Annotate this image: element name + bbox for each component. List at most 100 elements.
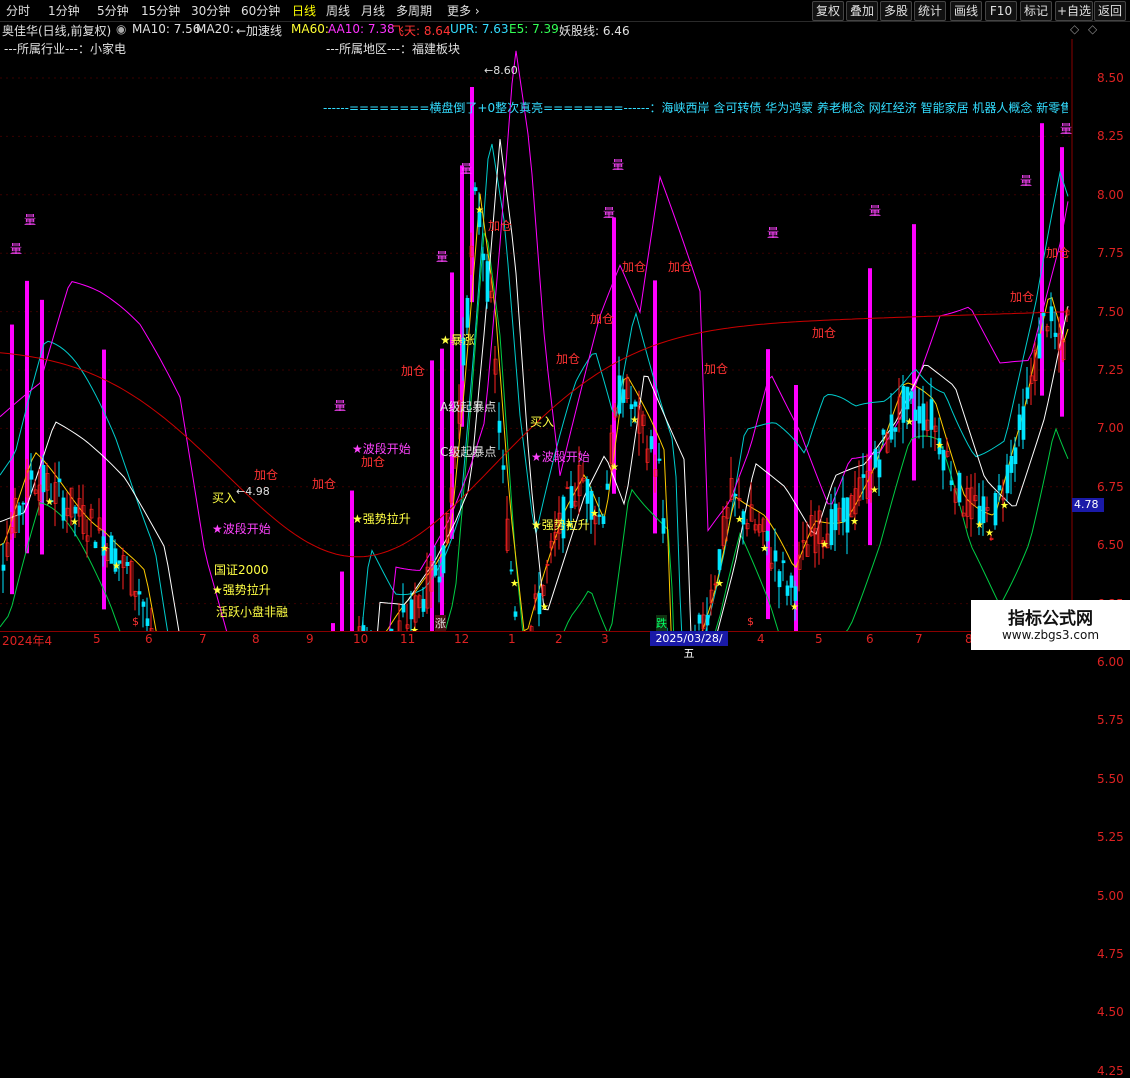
fly-value: 飞天: 8.64	[392, 24, 451, 38]
candle-body	[21, 502, 26, 505]
volume-mark-label: 量	[612, 158, 625, 172]
x-label: 6	[145, 632, 153, 646]
multi-stock-button[interactable]: 多股	[880, 1, 912, 21]
watermark-url: www.zbgs3.com	[1001, 628, 1100, 642]
tab-fenshi[interactable]: 分时	[6, 2, 30, 19]
signal-bar	[868, 268, 872, 546]
y-tick-label: 4.50	[1097, 1005, 1124, 1020]
candle-body	[29, 470, 34, 480]
candle-body	[773, 550, 778, 562]
signal-star: ★	[610, 462, 619, 473]
candle-body	[1041, 312, 1046, 317]
surge-label: ★暴涨	[440, 333, 475, 347]
tab-15min[interactable]: 15分钟	[141, 2, 180, 19]
indicator-info-bar: 奥佳华(日线,前复权) ◉ MA10: 7.56 MA20: ←加速线 MA60…	[0, 21, 1130, 39]
candle-body	[697, 614, 702, 624]
candle-body	[421, 598, 426, 612]
candle-body	[997, 485, 1002, 491]
candle-body	[981, 496, 986, 524]
candle-body	[465, 297, 470, 328]
tab-more[interactable]: 更多 ›	[447, 2, 480, 19]
y-tick-label: 8.25	[1097, 129, 1124, 144]
price-chart[interactable]: ★★★★★★★★★★★★★★★★★★★★★★★★★★★★★★★★★★★★	[0, 39, 1130, 631]
tab-30min[interactable]: 30分钟	[191, 2, 230, 19]
tab-daily[interactable]: 日线	[292, 2, 316, 19]
candle-body	[877, 459, 882, 478]
candle-body	[409, 599, 414, 620]
top-toolbar: 分时 1分钟 5分钟 15分钟 30分钟 60分钟 日线 周线 月线 多周期 更…	[0, 0, 1130, 22]
candle-body	[661, 518, 666, 534]
candle-body	[513, 611, 518, 617]
x-label: 11	[400, 632, 416, 646]
candle-body	[1021, 406, 1026, 440]
a-level-label: A级起暴点	[440, 400, 497, 414]
restore-rights-button[interactable]: 复权	[812, 1, 844, 21]
y-tick-label: 4.75	[1097, 947, 1124, 961]
signal-star: ★	[475, 205, 484, 216]
candle-body	[481, 253, 486, 261]
candle-body	[941, 449, 946, 471]
expand-icon[interactable]: ◇	[1088, 22, 1097, 36]
signal-bar	[25, 280, 29, 554]
statistics-button[interactable]: 统计	[914, 1, 946, 21]
candle-body	[501, 465, 506, 470]
volume-mark-label: 量	[436, 250, 449, 264]
y-tick-label: 7.00	[1097, 421, 1124, 436]
x-label: 7	[199, 632, 207, 646]
volume-signal-bars	[10, 87, 1064, 631]
stock-title: 奥佳华(日线,前复权)	[2, 24, 112, 38]
x-label: 3	[601, 632, 609, 646]
add-watchlist-button[interactable]: +自选	[1055, 1, 1093, 21]
overlay-button[interactable]: 叠加	[846, 1, 878, 21]
signal-star: ★	[975, 520, 984, 531]
wave-start-label: ★波段开始	[531, 450, 590, 464]
strong-rise-label: ★强势拉升	[531, 518, 590, 532]
candle-body	[141, 601, 146, 607]
tab-multi-period[interactable]: 多周期	[396, 2, 432, 19]
candle-body	[861, 474, 866, 478]
signal-star: ★	[820, 540, 829, 551]
tab-monthly[interactable]: 月线	[361, 2, 385, 19]
volume-mark-label: 量	[334, 399, 347, 413]
candle-body	[1009, 455, 1014, 473]
f10-button[interactable]: F10	[985, 1, 1017, 21]
strong-rise-label: ★强势拉升	[352, 512, 411, 526]
settings-circle-icon[interactable]: ◉	[116, 22, 126, 36]
tab-60min[interactable]: 60分钟	[241, 2, 280, 19]
tab-weekly[interactable]: 周线	[326, 2, 350, 19]
candle-body	[829, 509, 834, 546]
x-label: 1	[508, 632, 516, 646]
signal-star: ★	[70, 517, 79, 528]
add-position-label: 加仓	[401, 364, 426, 378]
signal-star: ★	[985, 528, 994, 539]
concepts-label: ------========横盘倒了+0整次真亮========------：海…	[323, 101, 1068, 115]
candle-body	[881, 429, 886, 435]
signal-star: ★	[590, 508, 599, 519]
volume-mark-label: 量	[767, 226, 780, 240]
y-tick-label: 4.25	[1097, 1063, 1124, 1078]
add-position-label: 加仓	[361, 455, 386, 469]
candle-body	[793, 586, 798, 601]
candle-body	[833, 503, 838, 531]
y-tick-label: 6.75	[1097, 479, 1124, 494]
mark-button[interactable]: 标记	[1020, 1, 1052, 21]
candle-body	[605, 483, 610, 490]
signal-star: ★	[935, 440, 944, 451]
back-button[interactable]: 返回	[1094, 1, 1126, 21]
tab-5min[interactable]: 5分钟	[97, 2, 129, 19]
dollar-marker: $	[132, 615, 139, 628]
volume-mark-label: 量	[24, 213, 37, 227]
y-tick-label: 5.25	[1097, 830, 1124, 845]
signal-star: ★	[760, 544, 769, 555]
candle-body	[649, 436, 654, 450]
x-label: 7	[915, 632, 923, 646]
y-tick-label: 6.50	[1097, 538, 1124, 553]
candle-body	[1, 564, 6, 571]
candle-body	[717, 549, 722, 570]
signal-bar	[331, 623, 335, 631]
diamond-icon[interactable]: ◇	[1070, 22, 1079, 36]
tab-1min[interactable]: 1分钟	[48, 2, 80, 19]
x-label: 6	[866, 632, 874, 646]
draw-line-button[interactable]: 画线	[950, 1, 982, 21]
candle-body	[1017, 414, 1022, 431]
